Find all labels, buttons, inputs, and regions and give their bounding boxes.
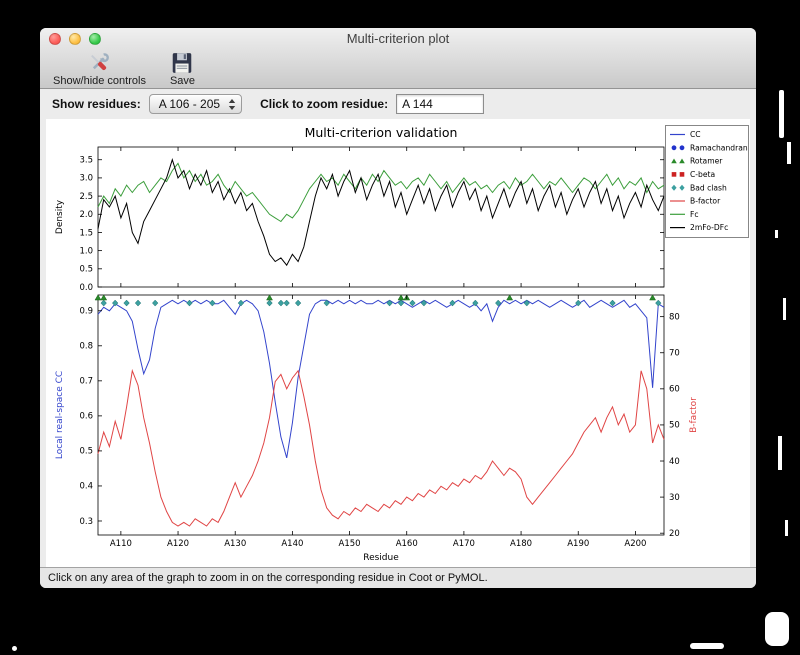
svg-text:Density: Density bbox=[55, 199, 65, 234]
traffic-lights bbox=[49, 33, 101, 45]
tools-icon bbox=[91, 53, 110, 71]
svg-text:A120: A120 bbox=[167, 539, 189, 549]
controls-row: Show residues: A 106 - 205 Click to zoom… bbox=[40, 89, 756, 119]
window-title: Multi-criterion plot bbox=[346, 31, 450, 46]
scan-artifact bbox=[765, 612, 789, 646]
app-window: Multi-criterion plot Show/hide controls bbox=[40, 28, 756, 588]
scan-artifact bbox=[783, 298, 786, 320]
zoom-residue-label: Click to zoom residue: bbox=[260, 97, 389, 111]
svg-text:Ramachandran: Ramachandran bbox=[690, 143, 748, 152]
titlebar[interactable]: Multi-criterion plot bbox=[40, 28, 756, 50]
svg-text:A150: A150 bbox=[339, 539, 361, 549]
popup-arrows-icon bbox=[228, 98, 236, 110]
svg-text:1.0: 1.0 bbox=[79, 246, 93, 256]
svg-text:CC: CC bbox=[690, 130, 701, 139]
scan-artifact bbox=[775, 230, 778, 238]
svg-text:Local real-space CC: Local real-space CC bbox=[55, 371, 65, 459]
svg-text:0.8: 0.8 bbox=[79, 342, 93, 352]
svg-text:A180: A180 bbox=[510, 539, 532, 549]
scan-artifact bbox=[779, 90, 784, 138]
density-subplot: 0.0 0.5 1.0 1.5 2.0 2.5 3.0 3.5 Density bbox=[55, 146, 665, 293]
scan-artifact bbox=[785, 520, 788, 536]
scan-artifact bbox=[690, 643, 724, 649]
status-bar: Click on any area of the graph to zoom i… bbox=[40, 567, 756, 588]
residue-range-value: A 106 - 205 bbox=[158, 97, 221, 111]
svg-text:B-factor: B-factor bbox=[690, 197, 721, 206]
svg-text:0.3: 0.3 bbox=[79, 517, 93, 527]
window-header: Multi-criterion plot Show/hide controls bbox=[40, 28, 756, 89]
save-button[interactable]: Save bbox=[167, 50, 198, 88]
svg-text:0.5: 0.5 bbox=[79, 447, 93, 457]
svg-text:Multi-criterion validation: Multi-criterion validation bbox=[305, 125, 458, 140]
svg-text:0.4: 0.4 bbox=[79, 482, 93, 492]
plot-legend: CC Ramachandran Rotamer C-beta Bad clash B-fa… bbox=[665, 125, 749, 238]
scan-artifact bbox=[778, 436, 782, 470]
toolbar: Show/hide controls Save bbox=[40, 50, 756, 88]
svg-text:20: 20 bbox=[669, 529, 680, 539]
svg-text:A160: A160 bbox=[396, 539, 418, 549]
show-residues-label: Show residues: bbox=[52, 97, 141, 111]
tool-label: Save bbox=[169, 75, 196, 87]
svg-text:0.0: 0.0 bbox=[79, 283, 93, 293]
svg-text:0.7: 0.7 bbox=[79, 377, 93, 387]
multi-criterion-chart[interactable]: 0.0 0.5 1.0 1.5 2.0 2.5 3.0 3.5 Density 0.3 0.4 0.5… bbox=[46, 119, 750, 567]
minimize-button[interactable] bbox=[69, 33, 81, 45]
svg-text:A110: A110 bbox=[110, 539, 132, 549]
zoom-window-button[interactable] bbox=[89, 33, 101, 45]
svg-text:Bad clash: Bad clash bbox=[690, 183, 727, 192]
svg-text:A190: A190 bbox=[567, 539, 589, 549]
scan-artifact bbox=[12, 646, 17, 651]
svg-text:A200: A200 bbox=[624, 539, 646, 549]
svg-text:1.5: 1.5 bbox=[79, 228, 93, 238]
svg-text:80: 80 bbox=[669, 312, 680, 322]
tool-label: Show/hide controls bbox=[53, 75, 146, 87]
plot-figure[interactable]: 0.0 0.5 1.0 1.5 2.0 2.5 3.0 3.5 Density 0.3 0.4 0.5… bbox=[46, 119, 750, 567]
svg-text:C-beta: C-beta bbox=[690, 170, 715, 179]
svg-text:Residue: Residue bbox=[363, 553, 399, 563]
show-hide-controls-button[interactable]: Show/hide controls bbox=[50, 50, 149, 88]
svg-text:A170: A170 bbox=[453, 539, 475, 549]
svg-text:0.6: 0.6 bbox=[79, 412, 93, 422]
svg-text:A140: A140 bbox=[281, 539, 303, 549]
status-text: Click on any area of the graph to zoom i… bbox=[48, 572, 488, 584]
cc-bfactor-subplot: 0.3 0.4 0.5 0.6 0.7 0.8 0.9 20 30 40 50 60 70 80 A110 A… bbox=[55, 294, 699, 563]
svg-text:2.0: 2.0 bbox=[79, 210, 93, 220]
svg-text:3.0: 3.0 bbox=[79, 174, 93, 184]
svg-text:50: 50 bbox=[669, 421, 680, 431]
svg-text:A130: A130 bbox=[224, 539, 246, 549]
svg-text:40: 40 bbox=[669, 457, 680, 467]
svg-text:60: 60 bbox=[669, 385, 680, 395]
svg-text:B-factor: B-factor bbox=[689, 397, 699, 433]
save-floppy-icon bbox=[173, 53, 192, 73]
svg-text:70: 70 bbox=[669, 349, 680, 359]
scan-artifact bbox=[787, 142, 791, 164]
svg-text:3.5: 3.5 bbox=[79, 156, 93, 166]
svg-text:Fc: Fc bbox=[690, 210, 699, 219]
svg-text:0.9: 0.9 bbox=[79, 307, 93, 317]
svg-text:Rotamer: Rotamer bbox=[690, 157, 723, 166]
residue-range-select[interactable]: A 106 - 205 bbox=[148, 94, 243, 114]
svg-text:30: 30 bbox=[669, 493, 680, 503]
zoom-residue-input[interactable]: A 144 bbox=[396, 94, 485, 114]
svg-text:2mFo-DFc: 2mFo-DFc bbox=[690, 223, 728, 232]
svg-text:0.5: 0.5 bbox=[79, 265, 93, 275]
svg-text:2.5: 2.5 bbox=[79, 192, 93, 202]
close-button[interactable] bbox=[49, 33, 61, 45]
